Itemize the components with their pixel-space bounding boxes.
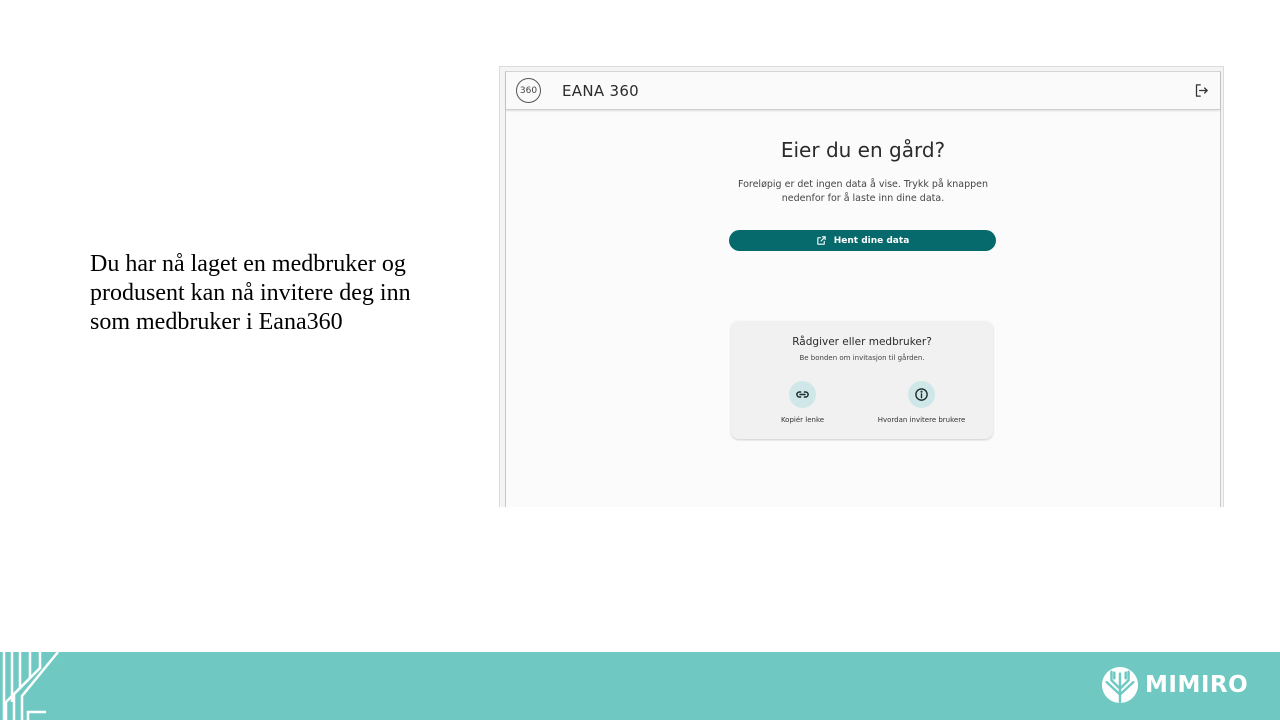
copy-link-label: Kopiér lenke	[780, 416, 825, 424]
open-external-icon	[817, 236, 826, 245]
app-logo[interactable]: 360	[516, 78, 541, 103]
fetch-data-button[interactable]: Hent dine data	[729, 230, 996, 251]
logout-button[interactable]	[1192, 82, 1210, 100]
logout-icon	[1195, 84, 1208, 97]
copy-link-icon-circle	[789, 381, 816, 408]
how-to-invite-button[interactable]: Hvordan invitere brukere	[874, 381, 969, 424]
app-screenshot: 360 EANA 360 Eier du en gård? Foreløpig …	[499, 66, 1224, 507]
link-icon	[796, 391, 809, 398]
info-icon	[915, 388, 928, 401]
slide-footer: MIMIRO	[0, 652, 1280, 720]
fetch-data-label: Hent dine data	[833, 235, 910, 246]
brand-name: MIMIRO	[1145, 672, 1249, 698]
page-heading: Eier du en gård?	[780, 138, 946, 162]
slide-caption: Du har nå laget en medbruker og produsen…	[90, 251, 411, 335]
app-bar: 360 EANA 360	[506, 72, 1220, 110]
app-title: EANA 360	[562, 81, 640, 100]
circuit-pattern-icon	[2, 652, 59, 720]
mimiro-logo: MIMIRO	[1101, 666, 1248, 704]
empty-state-description: Foreløpig er det ingen data å vise. Tryk…	[506, 178, 1220, 206]
description-line-1: Foreløpig er det ingen data å vise. Tryk…	[737, 179, 989, 190]
copy-link-button[interactable]: Kopiér lenke	[755, 381, 850, 424]
app-window: 360 EANA 360 Eier du en gård? Foreløpig …	[505, 71, 1221, 507]
how-to-invite-label: Hvordan invitere brukere	[877, 416, 966, 424]
advisor-card-actions: Kopiér lenke Hvordan invitere brukere	[731, 381, 993, 424]
how-to-invite-icon-circle	[908, 381, 935, 408]
advisor-card-subtitle: Be bonden om invitasjon til gården.	[799, 354, 925, 362]
description-line-2: nedenfor for å laste inn dine data.	[781, 193, 945, 204]
advisor-card-title: Rådgiver eller medbruker?	[792, 336, 932, 348]
advisor-card: Rådgiver eller medbruker? Be bonden om i…	[731, 321, 993, 439]
tree-logo-icon	[1101, 666, 1139, 704]
